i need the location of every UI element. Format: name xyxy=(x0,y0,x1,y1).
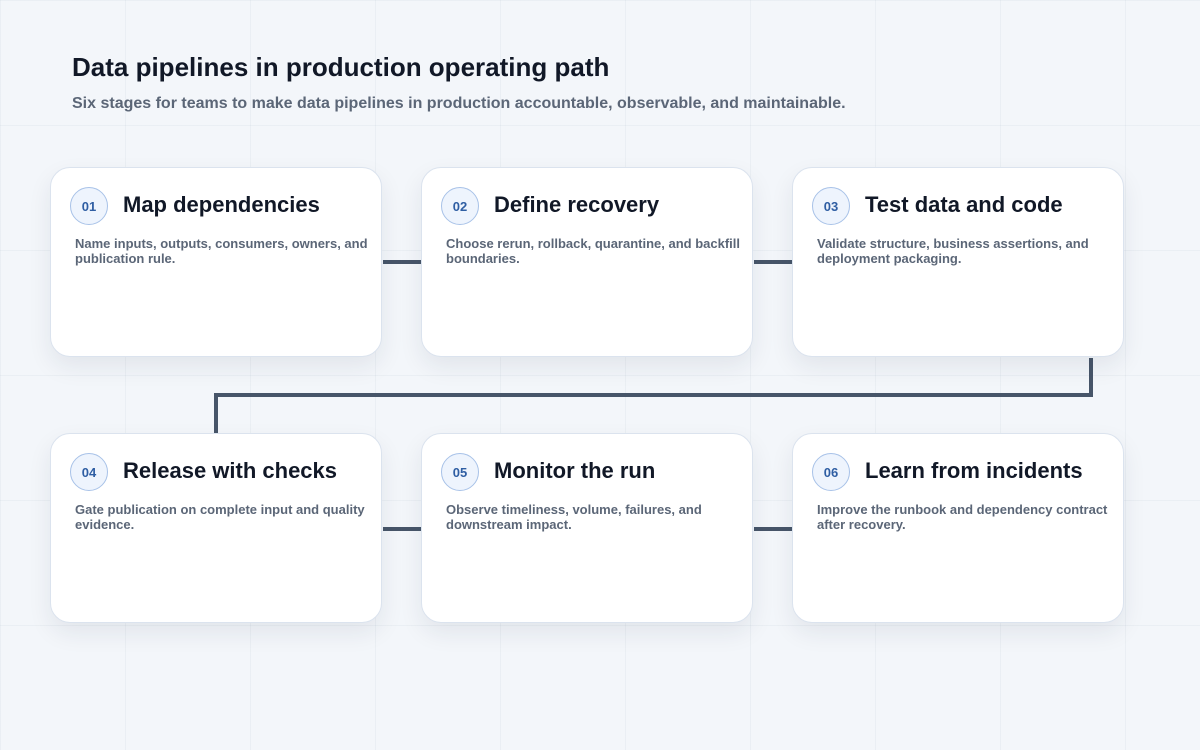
stage-number-badge: 03 xyxy=(812,187,850,225)
stage-card-release-with-checks: 04 Release with checks Gate publication … xyxy=(50,433,382,623)
stage-description: Name inputs, outputs, consumers, owners,… xyxy=(75,236,368,266)
flow-connectors xyxy=(214,260,1093,531)
stage-title: Monitor the run xyxy=(494,458,656,483)
stage-number-badge: 06 xyxy=(812,453,850,491)
connector-03-04 xyxy=(214,358,1093,433)
stage-number-badge: 02 xyxy=(441,187,479,225)
stage-number-badge: 05 xyxy=(441,453,479,491)
stage-card-test-data-and-code: 03 Test data and code Validate structure… xyxy=(792,167,1124,357)
stage-description: Gate publication on complete input and q… xyxy=(75,502,365,532)
stage-title: Map dependencies xyxy=(123,192,320,217)
stage-card-learn-from-incidents: 06 Learn from incidents Improve the runb… xyxy=(792,433,1124,623)
stage-card-monitor-the-run: 05 Monitor the run Observe timeliness, v… xyxy=(421,433,753,623)
stage-card-map-dependencies: 01 Map dependencies Name inputs, outputs… xyxy=(50,167,382,357)
stage-description: Observe timeliness, volume, failures, an… xyxy=(446,502,702,532)
stage-description: Validate structure, business assertions,… xyxy=(817,236,1089,266)
stage-number-badge: 01 xyxy=(70,187,108,225)
stage-title: Learn from incidents xyxy=(865,458,1083,483)
stage-number-badge: 04 xyxy=(70,453,108,491)
stage-description: Improve the runbook and dependency contr… xyxy=(817,502,1108,532)
stage-card-define-recovery: 02 Define recovery Choose rerun, rollbac… xyxy=(421,167,753,357)
stage-title: Test data and code xyxy=(865,192,1063,217)
stage-title: Release with checks xyxy=(123,458,338,483)
stage-title: Define recovery xyxy=(494,192,660,217)
stage-description: Choose rerun, rollback, quarantine, and … xyxy=(446,236,741,266)
